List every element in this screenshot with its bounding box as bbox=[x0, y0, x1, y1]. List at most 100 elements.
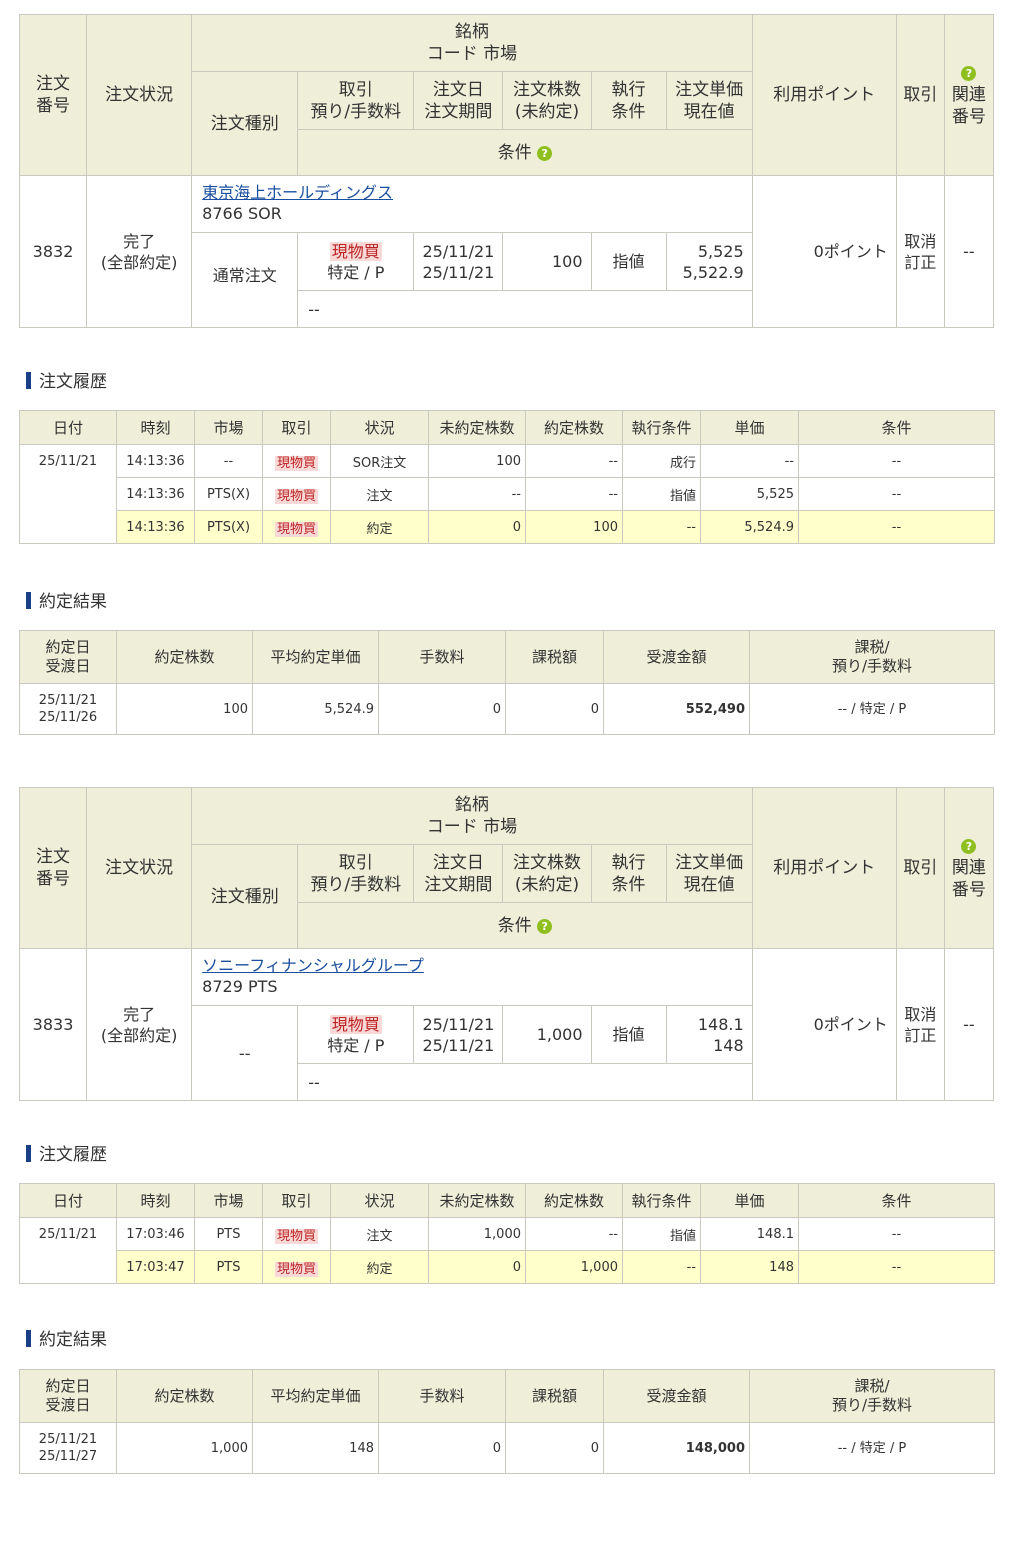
header-related-label: 関連 番号 bbox=[951, 858, 986, 900]
section-title: 約定結果 bbox=[39, 592, 107, 612]
hist-unfilled: 0 bbox=[428, 1250, 526, 1284]
order-no: 3832 bbox=[18, 175, 88, 328]
result-fee: 0 bbox=[378, 1422, 506, 1474]
result-dates: 25/11/21 25/11/26 bbox=[19, 683, 117, 735]
stock-name-link[interactable]: 東京海上ホールディングス bbox=[202, 182, 752, 203]
section-title: 注文履歴 bbox=[39, 1145, 107, 1165]
points: 0ポイント bbox=[751, 948, 897, 1101]
result-header: 約定株数 bbox=[116, 1369, 253, 1423]
hist-exec: 指値 bbox=[622, 1217, 701, 1251]
hist-filled: -- bbox=[525, 477, 623, 511]
result-avg: 148 bbox=[252, 1422, 379, 1474]
cancel-link[interactable]: 取消 bbox=[897, 1004, 944, 1025]
modify-link[interactable]: 訂正 bbox=[897, 252, 944, 273]
trade-sub: 特定 / P bbox=[327, 1035, 385, 1055]
section-bar bbox=[26, 1330, 31, 1347]
section-order-history-1: 注文履歴 bbox=[26, 371, 107, 393]
stock-name-link[interactable]: ソニーフィナンシャルグループ bbox=[202, 955, 752, 976]
hist-date: 25/11/21 bbox=[19, 444, 117, 544]
result-amount: 552,490 bbox=[603, 683, 750, 735]
related-no: -- bbox=[943, 948, 995, 1101]
section-bar bbox=[26, 592, 31, 609]
page: 注文 番号 注文状況 銘柄 コード 市場 利用ポイント 取引 ? 関連 番号 注… bbox=[0, 0, 1032, 1544]
hist-time: 14:13:36 bbox=[116, 510, 195, 544]
hist-cond: -- bbox=[798, 1217, 995, 1251]
header-order-no: 注文 番号 bbox=[18, 14, 88, 176]
hist-market: PTS bbox=[194, 1250, 263, 1284]
hist-header: 状況 bbox=[330, 1183, 429, 1218]
brand-cell: 東京海上ホールディングス 8766 SOR bbox=[191, 175, 753, 233]
header-points: 利用ポイント bbox=[751, 14, 897, 176]
order-no: 3833 bbox=[18, 948, 88, 1101]
hist-filled: 1,000 bbox=[525, 1250, 623, 1284]
result-table-2: 約定日 受渡日 約定株数 平均約定単価 手数料 課税額 受渡金額 課税/ 預り/… bbox=[19, 1369, 995, 1474]
header-exec-cond: 執行 条件 bbox=[590, 844, 667, 903]
hist-header: 条件 bbox=[798, 410, 995, 445]
exec-cond: 指値 bbox=[590, 1005, 667, 1064]
section-title: 注文履歴 bbox=[39, 372, 107, 392]
help-icon[interactable]: ? bbox=[961, 839, 977, 854]
trade-badge: 現物買 bbox=[329, 241, 382, 261]
hist-time: 14:13:36 bbox=[116, 477, 195, 511]
hist-filled: 100 bbox=[525, 510, 623, 544]
hist-market: PTS bbox=[194, 1217, 263, 1251]
hist-header: 日付 bbox=[19, 410, 117, 445]
cancel-link[interactable]: 取消 bbox=[897, 231, 944, 252]
modify-link[interactable]: 訂正 bbox=[897, 1025, 944, 1046]
header-points: 利用ポイント bbox=[751, 787, 897, 949]
result-header: 約定株数 bbox=[116, 630, 253, 684]
header-brand: 銘柄 コード 市場 bbox=[191, 14, 753, 72]
hist-header: 約定株数 bbox=[525, 410, 623, 445]
hist-market: PTS(X) bbox=[194, 477, 263, 511]
header-status: 注文状況 bbox=[86, 787, 193, 949]
hist-header: 状況 bbox=[330, 410, 429, 445]
header-related: ? 関連 番号 bbox=[943, 14, 995, 176]
hist-unfilled: 1,000 bbox=[428, 1217, 526, 1251]
section-bar bbox=[26, 1145, 31, 1162]
header-order-date: 注文日 注文期間 bbox=[413, 844, 504, 903]
trade-badge: 現物買 bbox=[274, 1261, 318, 1277]
hist-exec: -- bbox=[622, 1250, 701, 1284]
unit-price: 148.1 148 bbox=[665, 1005, 753, 1064]
result-header: 平均約定単価 bbox=[252, 1369, 379, 1423]
result-dates: 25/11/21 25/11/27 bbox=[19, 1422, 117, 1474]
order-shares: 1,000 bbox=[502, 1005, 592, 1064]
header-condition: 条件 ? bbox=[297, 902, 753, 949]
header-unit-price: 注文単価 現在値 bbox=[665, 844, 753, 903]
actions: 取消 訂正 bbox=[895, 175, 945, 328]
result-header: 受渡金額 bbox=[603, 630, 750, 684]
order-dates: 25/11/21 25/11/21 bbox=[413, 1005, 504, 1064]
order-type: -- bbox=[191, 1005, 299, 1101]
result-header: 約定日 受渡日 bbox=[19, 1369, 117, 1423]
help-icon[interactable]: ? bbox=[961, 66, 977, 81]
hist-header: 執行条件 bbox=[622, 1183, 701, 1218]
condition-value: -- bbox=[297, 290, 753, 328]
header-trade-fee: 取引 預り/手数料 bbox=[297, 71, 415, 130]
header-condition-label: 条件 bbox=[497, 142, 532, 163]
result-header: 課税額 bbox=[505, 630, 604, 684]
hist-header: 条件 bbox=[798, 1183, 995, 1218]
hist-price: 148.1 bbox=[700, 1217, 799, 1251]
help-icon[interactable]: ? bbox=[537, 918, 553, 934]
code-market: 8729 PTS bbox=[202, 977, 278, 996]
header-brand: 銘柄 コード 市場 bbox=[191, 787, 753, 845]
hist-cond: -- bbox=[798, 444, 995, 478]
hist-filled: -- bbox=[525, 444, 623, 478]
hist-status: 約定 bbox=[330, 1250, 429, 1284]
section-order-history-2: 注文履歴 bbox=[26, 1144, 107, 1166]
result-header: 課税額 bbox=[505, 1369, 604, 1423]
exec-cond: 指値 bbox=[590, 232, 667, 291]
history-table-1: 日付 時刻 市場 取引 状況 未約定株数 約定株数 執行条件 単価 条件 25/… bbox=[19, 410, 995, 544]
help-icon[interactable]: ? bbox=[537, 145, 553, 161]
table-row: 25/11/21 17:03:46 PTS 現物買 注文 1,000 -- 指値… bbox=[19, 1217, 995, 1284]
table-row: 25/11/21 25/11/26 100 5,524.9 0 0 552,49… bbox=[19, 683, 995, 735]
result-tax: 0 bbox=[505, 683, 604, 735]
result-shares: 100 bbox=[116, 683, 253, 735]
hist-price: 5,525 bbox=[700, 477, 799, 511]
unit-price: 5,525 5,522.9 bbox=[665, 232, 753, 291]
hist-exec: 指値 bbox=[622, 477, 701, 511]
hist-header: 未約定株数 bbox=[428, 1183, 526, 1218]
hist-exec: 成行 bbox=[622, 444, 701, 478]
result-amount: 148,000 bbox=[603, 1422, 750, 1474]
header-condition: 条件 ? bbox=[297, 129, 753, 176]
